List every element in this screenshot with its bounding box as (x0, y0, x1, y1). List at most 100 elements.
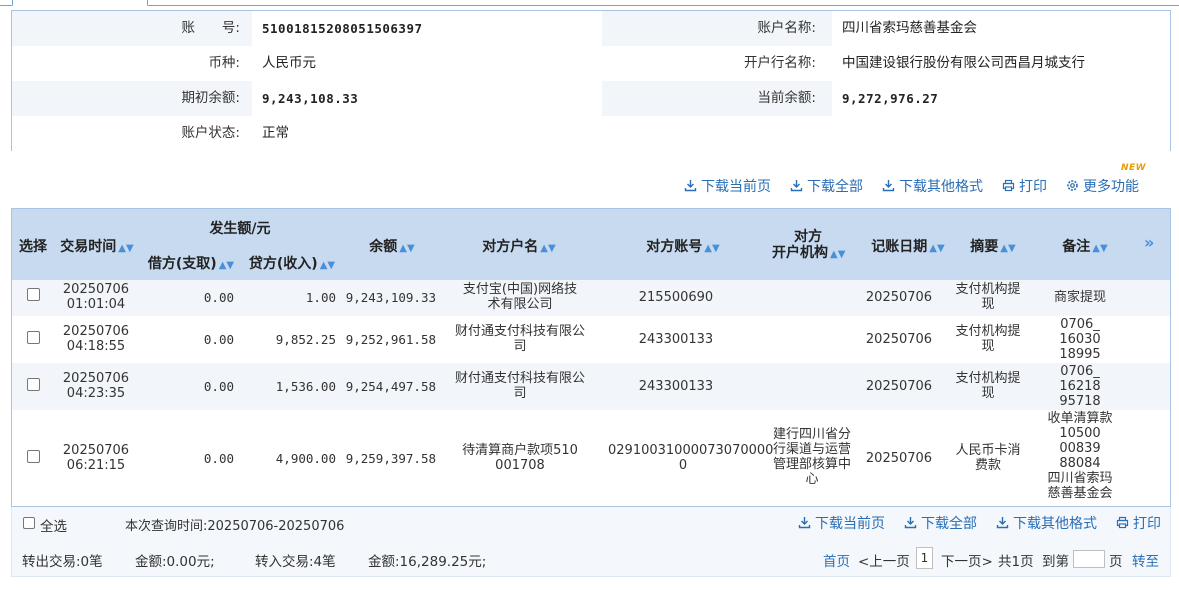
download-page-button[interactable]: 下载当前页 (684, 178, 771, 196)
row-time-clock: 01:01:04 (66, 297, 126, 312)
row-book-date: 20250706 (865, 451, 933, 466)
row-debit: 0.00 (203, 451, 234, 466)
row-book-date: 20250706 (865, 379, 933, 394)
row-remark: 0706_ 16218 95718 (1050, 364, 1110, 409)
download-icon (798, 517, 811, 529)
row-credit: 9,852.25 (275, 332, 336, 347)
row-balance: 9,254,497.58 (345, 379, 436, 394)
row-time: 20250706 04:18:55 (60, 324, 132, 354)
more-functions-button[interactable]: 更多功能 (1066, 178, 1139, 196)
row-counterparty-bank-line3: 管理部核算中 (772, 457, 851, 472)
row-time-date: 20250706 (62, 282, 130, 297)
next-page-link[interactable]: 下一页> (941, 550, 993, 570)
header-credit-label: 贷方(收入) (248, 256, 318, 272)
currency-label: 币种: (208, 55, 240, 71)
row-remark-line4: 88084 (1059, 456, 1101, 471)
transactions-table: 选择 交易时间 ▲▼ 发生额/元 借方(支取) ▲▼ 贷方(收入) ▲▼ 余额 ▲▼ 对… (11, 208, 1171, 507)
prev-page-link[interactable]: <上一页 (858, 550, 910, 570)
top-tab-strip (0, 0, 1179, 6)
footer-download-other-button[interactable]: 下载其他格式 (996, 515, 1097, 533)
sort-icon: ▲▼ (929, 243, 945, 254)
header-remark[interactable]: 备注 ▲▼ (1062, 236, 1108, 256)
header-counterparty-account[interactable]: 对方账号 ▲▼ (638, 236, 728, 256)
row-book-date: 20250706 (865, 290, 933, 305)
row-remark-line5: 四川省索玛 (1047, 471, 1113, 486)
header-counterparty-name[interactable]: 对方户名 ▲▼ (474, 236, 564, 256)
row-counterparty-name-line1: 财付通支付科技有限公 (454, 324, 585, 339)
active-tab[interactable] (12, 0, 148, 6)
current-page[interactable]: 1 (916, 547, 933, 569)
header-amount-group: 发生额/元 (209, 221, 271, 237)
table-footer: 全选 本次查询时间:20250706-20250706 下载当前页 下载全部 下… (11, 507, 1171, 577)
row-counterparty-bank-line2: 行渠道与运营 (772, 442, 851, 457)
header-time[interactable]: 交易时间 ▲▼ (60, 236, 134, 256)
header-debit[interactable]: 借方(支取) ▲▼ (145, 253, 237, 273)
sort-icon: ▲▼ (399, 243, 415, 254)
row-checkbox[interactable] (27, 378, 40, 391)
row-counterparty-name: 财付通支付科技有限公司 (446, 324, 594, 354)
sort-icon: ▲▼ (319, 260, 336, 271)
row-time-clock: 04:18:55 (66, 339, 126, 354)
header-counterparty-bank[interactable]: 对方 开户机构 ▲▼ (772, 229, 845, 263)
sort-icon: ▲▼ (1000, 243, 1016, 254)
footer-download-page-button[interactable]: 下载当前页 (798, 515, 885, 533)
row-remark-line2: 16218 (1059, 379, 1101, 394)
row-debit: 0.00 (203, 332, 234, 347)
row-summary-line2: 现 (981, 297, 995, 312)
row-time-date: 20250706 (62, 324, 130, 339)
header-balance[interactable]: 余额 ▲▼ (362, 236, 422, 256)
footer-download-page-label: 下载当前页 (815, 516, 885, 532)
row-time: 20250706 06:21:15 (60, 443, 132, 473)
row-counterparty-account: 02910031000073070000 0 (608, 443, 773, 473)
header-counterparty-account-label: 对方账号 (646, 239, 703, 255)
row-checkbox[interactable] (27, 450, 40, 463)
first-page-link[interactable]: 首页 (823, 550, 850, 570)
page-unit: 页 (1109, 554, 1123, 570)
download-other-button[interactable]: 下载其他格式 (882, 178, 983, 196)
row-time-date: 20250706 (62, 443, 130, 458)
row-counterparty-name-line1: 支付宝(中国)网络技 (462, 282, 578, 297)
account-number: 5100181520805150639​7 (262, 21, 423, 36)
row-summary: 支付机构提现 (952, 371, 1024, 401)
table-header: 选择 交易时间 ▲▼ 发生额/元 借方(支取) ▲▼ 贷方(收入) ▲▼ 余额 ▲▼ 对… (12, 209, 1170, 280)
current-balance-label: 当前余额: (757, 90, 816, 106)
account-row-3: 期初余额: 9,243,108.33 当前余额: 9,272,976.27 (12, 81, 1170, 116)
sort-icon: ▲▼ (218, 260, 235, 271)
sort-icon: ▲▼ (540, 243, 556, 254)
outgoing-amount: 金额:0.00元; (135, 554, 215, 570)
row-counterparty-name-line2: 001708 (495, 458, 545, 473)
row-counterparty-bank-line4: 心 (805, 472, 819, 487)
footer-download-all-button[interactable]: 下载全部 (904, 515, 977, 533)
print-label: 打印 (1019, 179, 1047, 195)
row-checkbox[interactable] (27, 331, 40, 344)
header-book-date[interactable]: 记账日期 ▲▼ (868, 236, 948, 256)
row-checkbox[interactable] (27, 288, 40, 301)
row-debit: 0.00 (203, 379, 234, 394)
download-icon (684, 180, 697, 192)
goto-page-input[interactable] (1073, 550, 1105, 568)
account-name-label: 账户名称: (757, 20, 816, 36)
header-balance-label: 余额 (369, 239, 398, 255)
header-credit[interactable]: 贷方(收入) ▲▼ (246, 253, 338, 273)
row-counterparty-name: 财付通支付科技有限公司 (446, 371, 594, 401)
row-time-clock: 06:21:15 (66, 458, 126, 473)
row-remark: 0706_ 16030 18995 (1050, 317, 1110, 362)
print-button[interactable]: 打印 (1002, 178, 1047, 196)
scroll-right-icon[interactable]: » (1144, 233, 1154, 252)
header-debit-label: 借方(支取) (147, 256, 217, 272)
footer-print-button[interactable]: 打印 (1116, 515, 1161, 533)
gear-icon (1067, 180, 1078, 191)
sort-icon: ▲▼ (1092, 243, 1108, 254)
row-counterparty-account-line2: 0 (678, 458, 688, 473)
sort-icon: ▲▼ (118, 243, 134, 254)
account-info-panel: 账 号: 5100181520805150639​7 账户名称: 四川省索玛慈善… (11, 10, 1171, 151)
download-all-button[interactable]: 下载全部 (790, 178, 863, 196)
row-remark-line1: 收单清算款 (1047, 411, 1113, 426)
outgoing-count: 转出交易:0笔 (22, 554, 103, 570)
header-summary[interactable]: 摘要 ▲▼ (970, 236, 1016, 256)
goto-button[interactable]: 转至 (1132, 550, 1159, 570)
row-summary-line2: 现 (981, 339, 995, 354)
row-counterparty-name-line1: 财付通支付科技有限公 (454, 371, 585, 386)
row-counterparty-name: 待清算商户款项510 001708 (446, 443, 594, 473)
row-remark-line1: 0706_ (1060, 317, 1100, 332)
